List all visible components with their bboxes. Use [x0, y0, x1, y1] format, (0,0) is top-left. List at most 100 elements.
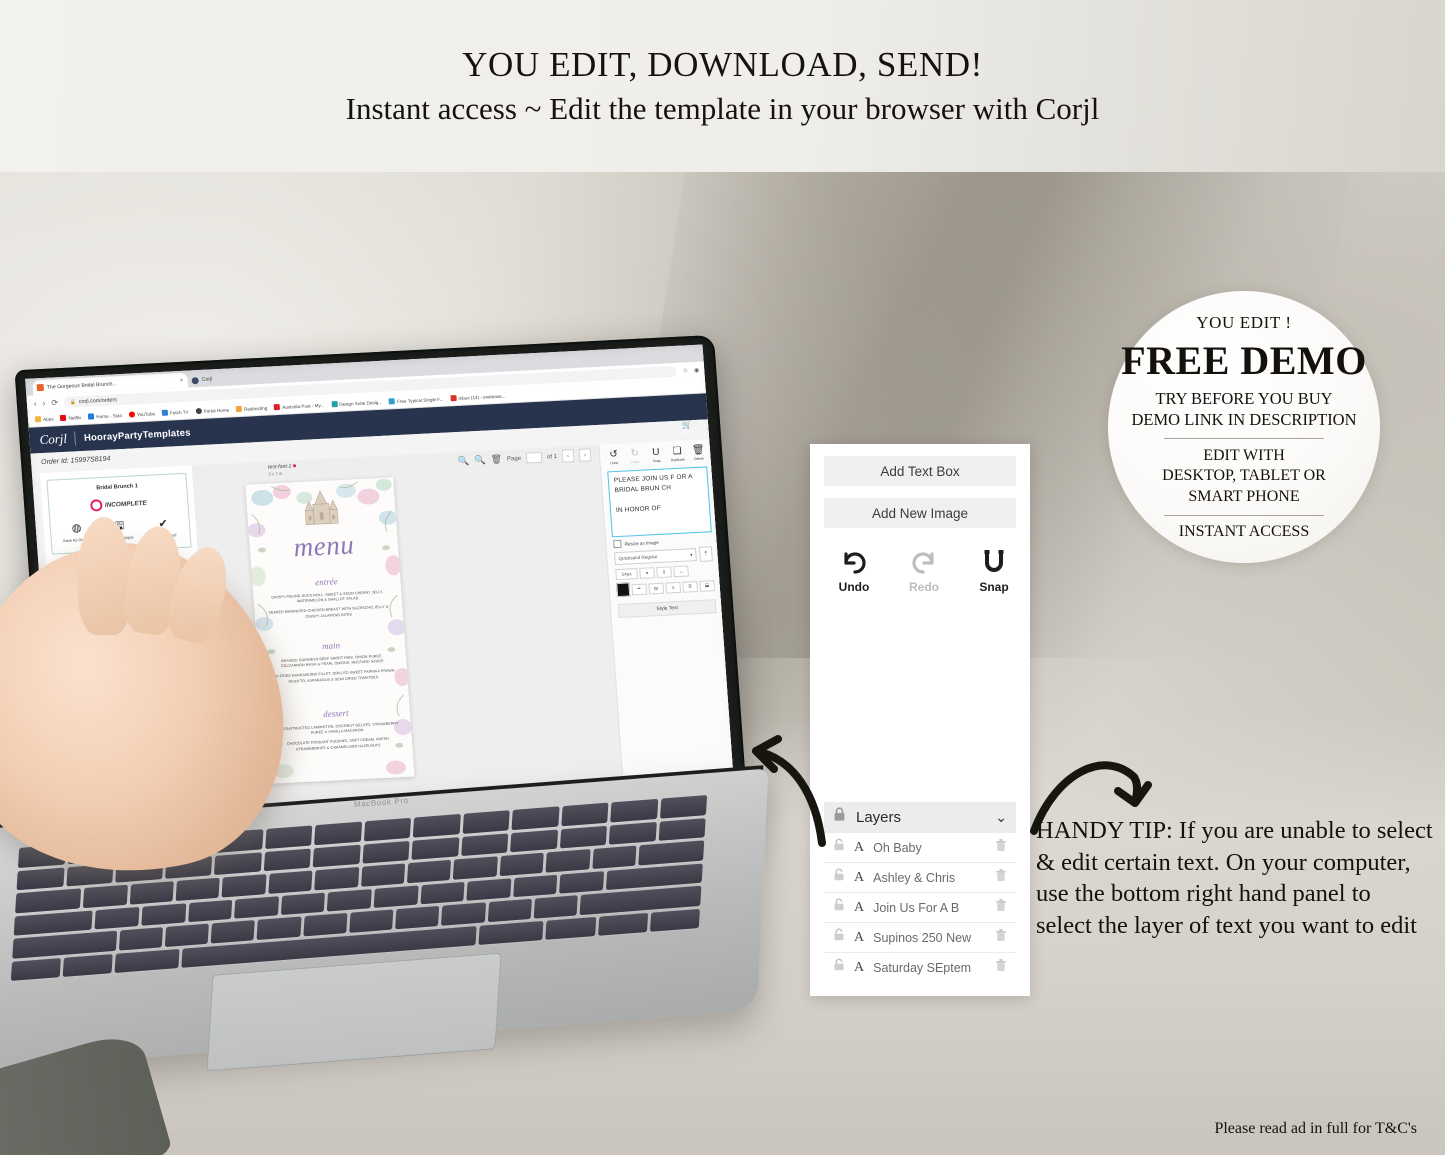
duplicate-label: Duplicate	[670, 457, 685, 463]
vertical-align-icon[interactable]: ⬓	[699, 579, 716, 592]
panel-tool-row: Undo Redo Snap	[810, 528, 1030, 596]
add-new-image-button[interactable]: Add New Image	[824, 498, 1016, 528]
close-icon[interactable]: ✕	[179, 377, 184, 383]
star-icon[interactable]: ☆	[682, 367, 688, 374]
resize-as-image-label: Resize as Image	[624, 539, 659, 547]
chevron-down-icon[interactable]: ⌄	[995, 809, 1007, 826]
font-size-select[interactable]: 14px	[615, 568, 639, 581]
menu-section-items: DE-CONSTRUCTED LAMINGTON, COCONUT GELATO…	[275, 721, 401, 758]
page-number-input[interactable]	[525, 451, 543, 464]
bookmark-item[interactable]: Home - Stan	[88, 412, 122, 420]
eyedropper-icon[interactable]: ✒	[631, 583, 648, 595]
unlock-icon[interactable]	[833, 928, 845, 947]
redo-label: Redo	[631, 459, 640, 465]
style-text-section[interactable]: Style Text	[617, 599, 717, 619]
back-icon[interactable]: ‹	[34, 399, 37, 408]
unlock-icon[interactable]	[833, 898, 845, 917]
bookmark-item[interactable]: Free Typical Single F...	[388, 396, 444, 405]
floating-editor-panel: Add Text Box Add New Image Undo Redo Sna…	[810, 444, 1030, 996]
delete-layer-icon[interactable]	[995, 838, 1007, 857]
menu-section-heading: dessert	[322, 707, 349, 720]
corjl-logo[interactable]: Corjl	[39, 431, 68, 448]
layers-header[interactable]: Layers ⌄	[824, 802, 1016, 832]
canvas-toolbar: 🔍 🔍 🗑 Page of 1 ‹ ›	[458, 448, 592, 468]
prev-page-button[interactable]: ‹	[561, 449, 575, 463]
bookmark-item[interactable]: Redirecting	[235, 405, 268, 413]
redo-icon	[902, 548, 946, 578]
top-banner: YOU EDIT, DOWNLOAD, SEND! Instant access…	[0, 0, 1445, 172]
menu-item: SEARED MARINATED CHICKEN BREAST WITH GAZ…	[268, 605, 389, 619]
duplicate-button[interactable]: ❏ Duplicate	[667, 446, 687, 463]
layer-row[interactable]: A Supinos 250 New	[824, 922, 1016, 952]
text-color-swatch[interactable]	[616, 582, 631, 598]
add-text-box-button[interactable]: Add Text Box	[824, 456, 1016, 486]
delete-layer-icon[interactable]	[995, 958, 1007, 977]
font-upload-button[interactable]: ⇡	[698, 546, 713, 562]
undo-icon: ↺	[609, 448, 619, 461]
unsaved-dot-icon	[293, 464, 297, 468]
text-layer-icon: A	[854, 869, 865, 885]
delete-layer-icon[interactable]	[995, 868, 1007, 887]
font-size-chevron-icon[interactable]: ▾	[639, 567, 655, 579]
forward-icon[interactable]: ›	[42, 399, 45, 408]
bookmark-label: Apps	[42, 415, 54, 422]
bookmark-item[interactable]: Australia Post - My...	[274, 402, 324, 411]
bookmark-label: Free Typical Single F...	[396, 396, 444, 404]
delete-layer-icon[interactable]	[995, 898, 1007, 917]
bookmark-item[interactable]: Fetch TV	[161, 409, 189, 416]
handy-tip-line4: select the layer of text you want to edi…	[1036, 911, 1417, 939]
snap-label: Snap	[979, 580, 1009, 594]
align-left-icon[interactable]: ≡	[665, 581, 682, 594]
redo-label: Redo	[909, 580, 939, 594]
layer-row[interactable]: A Saturday SEptem	[824, 952, 1016, 982]
line-height-button[interactable]: ⇕	[656, 566, 672, 579]
banner-subheadline: Instant access ~ Edit the template in yo…	[345, 91, 1100, 126]
layer-row[interactable]: A Oh Baby	[824, 832, 1016, 862]
delete-layer-icon[interactable]	[995, 928, 1007, 947]
bookmark-label: Design Suite Desig...	[339, 399, 383, 407]
font-family-row: Quicksand Regular ▾ ⇡	[614, 546, 713, 566]
unlock-icon[interactable]	[833, 868, 845, 887]
profile-icon[interactable]: ◉	[694, 367, 700, 374]
letter-spacing-button[interactable]: ↔	[673, 565, 689, 578]
zoom-out-icon[interactable]: 🔍	[474, 455, 486, 467]
snap-button[interactable]: Snap	[972, 548, 1016, 596]
reload-icon[interactable]: ⟳	[51, 398, 58, 407]
next-page-button[interactable]: ›	[578, 448, 592, 462]
handy-tip-line3: use the bottom right hand panel to	[1036, 880, 1371, 908]
badge-sub1: TRY BEFORE YOU BUY	[1155, 389, 1333, 409]
redo-button[interactable]: ↻ Redo	[625, 448, 645, 465]
layer-row[interactable]: A Join Us For A B	[824, 892, 1016, 922]
menu-section-heading: entrée	[314, 576, 339, 588]
format-row: ✒ BI ≡ ≣ ⬓	[616, 578, 716, 598]
zoom-in-icon[interactable]: 🔍	[458, 455, 470, 467]
bookmark-item[interactable]: Apps	[34, 415, 54, 423]
snap-button[interactable]: U Snap	[646, 446, 666, 464]
delete-icon[interactable]: 🗑	[490, 454, 502, 466]
layer-row[interactable]: A Ashley & Chris	[824, 862, 1016, 892]
bookmark-item[interactable]: Netflix	[60, 414, 82, 422]
layer-label: Join Us For A B	[873, 900, 960, 915]
font-family-select[interactable]: Quicksand Regular ▾	[614, 548, 697, 566]
bookmark-item[interactable]: YouTube	[128, 410, 155, 418]
unlock-icon[interactable]	[833, 958, 845, 977]
snap-magnet-icon: U	[651, 446, 660, 459]
menu-item: CRISPY PEKING DUCK ROLL, SWEET & SOUR CH…	[271, 589, 384, 604]
align-center-icon[interactable]: ≣	[682, 580, 699, 593]
font-family-value: Quicksand Regular	[618, 554, 658, 561]
bookmark-item[interactable]: Portal Home	[195, 407, 229, 415]
redo-button[interactable]: Redo	[902, 548, 946, 596]
bookmark-item[interactable]: Inbox (14) - evelease...	[450, 393, 506, 402]
screenshot-canvas: YOU EDIT, DOWNLOAD, SEND! Instant access…	[0, 0, 1445, 1155]
undo-button[interactable]: ↺ Undo	[604, 448, 624, 466]
tab-title: The Gorgeous Bridal Brunch...	[46, 380, 118, 391]
orders-button[interactable]: 🛒 Orders	[670, 420, 705, 436]
bold-italic-button[interactable]: BI	[648, 582, 665, 594]
bookmark-label: Netflix	[68, 414, 82, 421]
bookmark-label: Portal Home	[203, 407, 230, 414]
text-edit-textarea[interactable]: PLEASE JOIN US F OR A BRIDAL BRUN CH IN …	[607, 466, 712, 538]
order-id: Order Id: 15997S8194	[40, 455, 111, 467]
bookmark-item[interactable]: Design Suite Desig...	[331, 399, 382, 408]
delete-button[interactable]: 🗑 Delete	[688, 445, 708, 462]
undo-button[interactable]: Undo	[832, 548, 876, 596]
